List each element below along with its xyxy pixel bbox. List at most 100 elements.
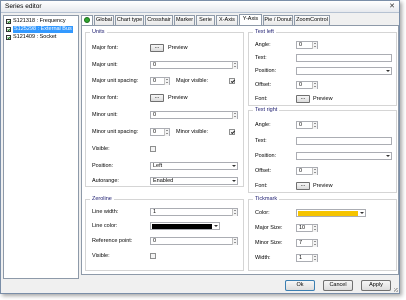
tickmark-width-label: Width: [255,255,271,261]
spinner-icon[interactable] [312,240,317,247]
series-list: S121318 : Frequency S125298 : External B… [3,15,79,279]
zeroline-visible-checkbox[interactable] [150,253,156,259]
tab-crosshair[interactable]: Crosshair [145,15,173,25]
autorange-select[interactable]: Enabled [150,177,238,185]
tab-serie[interactable]: Serie [196,15,215,25]
tickmark-group-title: Tickmark [253,196,280,202]
text-right-offset-value: 0 [299,168,303,174]
series-checkbox[interactable] [6,19,11,24]
autorange-value: Enabled [153,178,174,184]
series-checkbox[interactable] [6,35,11,40]
tab-x-axis[interactable]: X-Axis [216,15,238,25]
tab-zoomcontrol[interactable]: ZoomControl [294,15,330,25]
series-checkbox[interactable] [6,27,11,32]
window-title: Series editor [5,3,42,10]
visible-label: Visible: [92,146,110,152]
series-item[interactable]: S121318 : Frequency [6,18,66,25]
spinner-icon[interactable] [232,238,237,245]
spinner-icon[interactable] [312,255,317,262]
chevron-down-icon [232,180,236,182]
minor-unit-spacing-label: Minor unit spacing: [92,129,139,135]
text-left-group: Text left Angle: 0 Text: Position: Offse… [248,29,397,106]
text-left-position-select[interactable] [296,67,392,75]
minor-unit-label: Minor unit: [92,112,118,118]
text-right-group-title: Text right [253,107,280,113]
tab-chart-type[interactable]: Chart type [115,15,144,25]
minor-font-button[interactable]: ... [150,94,164,102]
zeroline-visible-label: Visible: [92,253,110,259]
text-right-group: Text right Angle: 0 Text: Position: Offs… [248,107,397,193]
minor-visible-label: Minor visible: [176,129,209,135]
chevron-down-icon [214,225,218,227]
major-unit-spacing-input[interactable]: 0 [150,77,170,85]
text-left-text-input[interactable] [296,54,392,62]
tickmark-width-input[interactable]: 1 [296,254,318,262]
major-unit-input[interactable]: 0 [150,61,238,69]
spinner-icon[interactable] [164,78,169,85]
major-unit-spacing-value: 0 [153,78,157,84]
text-left-angle-value: 0 [299,42,303,48]
units-group: Units Major font: ... Preview Major unit… [85,29,244,187]
reference-point-label: Reference point: [92,238,133,244]
tickmark-color-label: Color: [255,210,270,216]
tab-pie-donut[interactable]: Pie / Donut [263,15,293,25]
text-right-position-label: Position: [255,153,277,159]
major-visible-checkbox[interactable] [229,78,235,84]
spinner-icon[interactable] [232,62,237,69]
tab-icon[interactable] [81,15,93,25]
chevron-down-icon [386,70,390,72]
line-width-input[interactable]: 1 [150,208,238,216]
text-right-angle-input[interactable]: 0 [296,121,318,129]
spinner-icon[interactable] [312,42,317,49]
text-left-offset-input[interactable]: 0 [296,81,318,89]
tab-marker[interactable]: Marker [174,15,195,25]
minor-visible-checkbox[interactable] [229,129,235,135]
text-left-font-preview: Preview [313,96,333,102]
chevron-down-icon [232,165,236,167]
major-size-label: Major Size: [255,225,283,231]
spinner-icon[interactable] [312,168,317,175]
minor-size-input[interactable]: 7 [296,239,318,247]
apply-button[interactable]: Apply [361,280,391,291]
text-left-position-label: Position: [255,68,277,74]
major-size-input[interactable]: 10 [296,224,318,232]
text-right-font-preview: Preview [313,183,333,189]
visible-checkbox[interactable] [150,146,156,152]
tickmark-color-select[interactable] [296,209,366,217]
series-label: S121318 : Frequency [13,18,66,24]
text-right-position-select[interactable] [296,152,392,160]
spinner-icon[interactable] [232,112,237,119]
series-label: S121409 : Socket [13,34,57,40]
line-width-value: 1 [153,209,157,215]
text-right-font-button[interactable]: ... [296,182,310,190]
spinner-icon[interactable] [232,209,237,216]
text-right-angle-label: Angle: [255,122,271,128]
cancel-button[interactable]: Cancel [323,280,353,291]
chevron-down-icon [386,155,390,157]
major-size-value: 10 [299,225,306,231]
text-right-offset-input[interactable]: 0 [296,167,318,175]
spinner-icon[interactable] [312,122,317,129]
minor-unit-spacing-input[interactable]: 0 [150,128,170,136]
series-item[interactable]: S121409 : Socket [6,34,56,41]
tab-global[interactable]: Global [94,15,114,25]
major-font-button[interactable]: ... [150,44,164,52]
line-color-select[interactable] [150,222,220,230]
position-value: Left [153,163,163,169]
ok-button[interactable]: Ok [285,280,315,291]
spinner-icon[interactable] [312,225,317,232]
minor-unit-input[interactable]: 0 [150,111,238,119]
text-right-text-input[interactable] [296,137,392,145]
major-unit-spacing-label: Major unit spacing: [92,78,139,84]
spinner-icon[interactable] [164,129,169,136]
series-item[interactable]: S125298 : External Bus [6,26,73,33]
close-icon[interactable]: ✕ [388,3,396,11]
position-select[interactable]: Left [150,162,238,170]
spinner-icon[interactable] [312,82,317,89]
text-left-group-title: Text left [253,29,276,35]
text-left-angle-input[interactable]: 0 [296,41,318,49]
resize-grip-icon[interactable] [394,288,398,292]
autorange-label: Autorange: [92,178,119,184]
text-left-font-button[interactable]: ... [296,95,310,103]
reference-point-input[interactable]: 0 [150,237,238,245]
